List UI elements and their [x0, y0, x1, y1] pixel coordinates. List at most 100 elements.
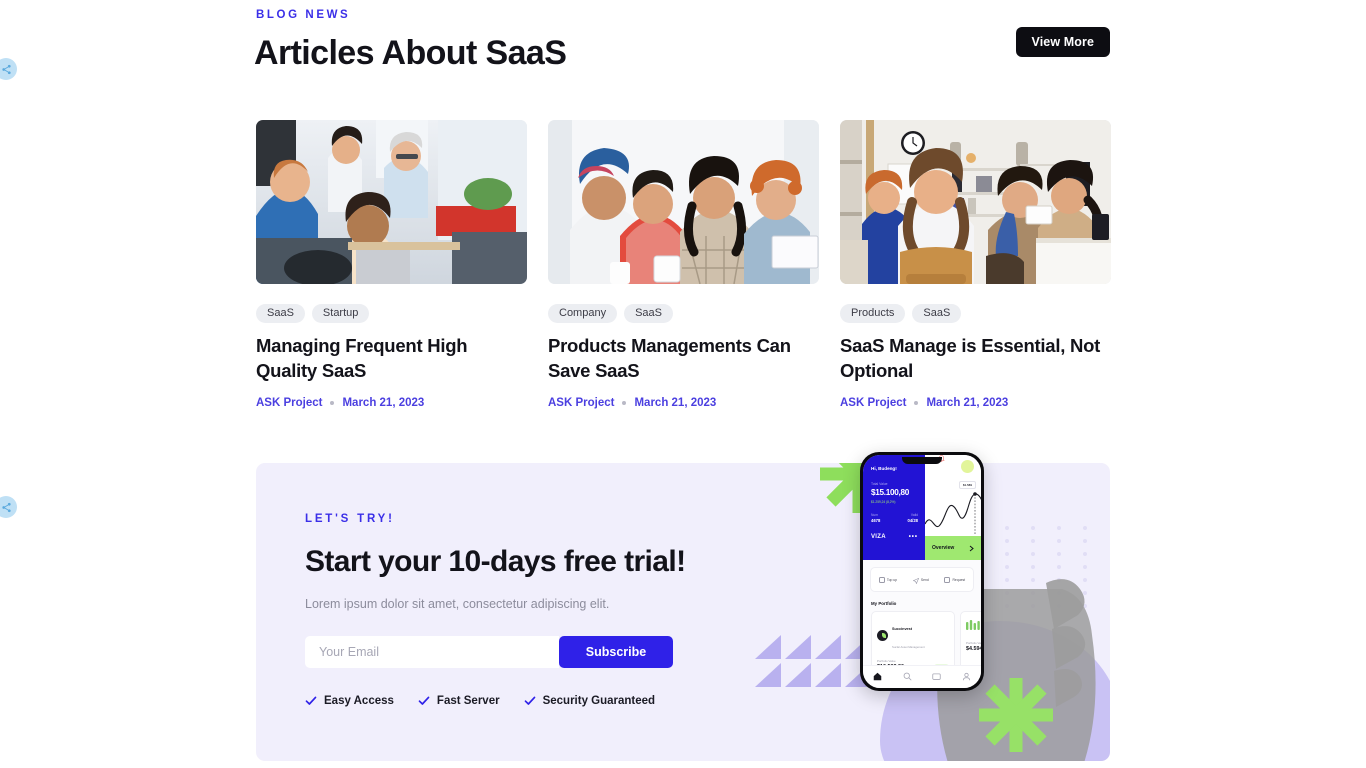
overview-row[interactable]: Overview: [925, 536, 981, 560]
section-eyebrow: BLOG NEWS: [256, 9, 351, 21]
portfolio-value-row: $4.594,: [966, 646, 981, 652]
article-author[interactable]: ASK Project: [548, 397, 614, 409]
tag[interactable]: Products: [840, 304, 906, 323]
quick-actions: Top up Send Request: [870, 567, 974, 592]
article-thumbnail[interactable]: [256, 120, 527, 284]
tag[interactable]: SaaS: [256, 304, 305, 323]
portfolio-chart-icon: [966, 617, 980, 635]
email-input[interactable]: [305, 636, 559, 668]
article-tags: Products SaaS: [840, 304, 1111, 323]
card-more-dots[interactable]: •••: [909, 534, 918, 540]
article-tags: Company SaaS: [548, 304, 819, 323]
card-num-value: 4678: [871, 518, 881, 523]
blog-header: BLOG NEWS Articles About SaaS View More: [254, 0, 1110, 100]
article-title-line1: SaaS Manage is Essential, Not: [840, 335, 1101, 356]
article-date: March 21, 2023: [342, 397, 425, 410]
office-team-photo: [256, 120, 527, 284]
tag[interactable]: SaaS: [912, 304, 962, 323]
blog-page: BLOG NEWS Articles About SaaS View More: [0, 0, 1366, 768]
balance-card: Hi, Budeng! Total Value $15.100,80 $1.25…: [863, 455, 925, 560]
article-card[interactable]: Products SaaS SaaS Manage is Essential, …: [840, 120, 1111, 409]
card-labels-row: Num Valid: [871, 513, 918, 517]
phone-bottom-nav: [863, 665, 981, 688]
request-icon: [944, 576, 951, 583]
article-title-line1: Managing Frequent High: [256, 335, 468, 356]
top-up-icon: [878, 576, 885, 583]
article-title[interactable]: SaaS Manage is Essential, Not Optional: [840, 334, 1111, 383]
card-icon[interactable]: [932, 668, 941, 686]
separator-dot: [914, 401, 919, 406]
check-icon: [305, 695, 317, 707]
article-thumbnail[interactable]: [840, 120, 1111, 284]
article-card-list: SaaS Startup Managing Frequent High Qual…: [256, 120, 1111, 409]
feature-label: Fast Server: [436, 695, 500, 707]
cta-eyebrow: LET'S TRY!: [305, 513, 395, 525]
balance-delta: $1.259,24 (8,2%): [871, 500, 896, 504]
portfolio-item-header: Succinvest Suclar Asset Management: [877, 617, 949, 653]
article-meta: ASK Project March 21, 2023: [256, 397, 527, 409]
side-share-widget-top[interactable]: [0, 58, 17, 80]
feature-label: Easy Access: [324, 695, 394, 707]
article-title-line2: Save SaaS: [548, 359, 640, 381]
portfolio-value-label: Portfolio Value: [966, 641, 981, 645]
tag[interactable]: Startup: [311, 304, 370, 323]
greeting-text: Hi, Budeng!: [871, 466, 897, 471]
office-meeting-photo: [840, 120, 1111, 284]
portfolio-heading: My Portfolio: [871, 601, 897, 606]
card-values-row: 4678 04/28: [871, 518, 918, 523]
article-author[interactable]: ASK Project: [840, 397, 906, 409]
search-icon[interactable]: [903, 668, 912, 686]
overview-label: Overview: [932, 545, 955, 551]
action-request[interactable]: Request: [944, 576, 966, 583]
action-top-up[interactable]: Top up: [878, 576, 897, 583]
user-avatar[interactable]: [961, 460, 974, 473]
article-title[interactable]: Products Managements Can Save SaaS: [548, 334, 819, 383]
separator-dot: [330, 401, 335, 406]
profile-icon[interactable]: [962, 668, 971, 686]
balance-amount: $15.100,80: [871, 488, 909, 497]
chevron-right-icon: [969, 539, 974, 557]
portfolio-logo-icon: [877, 629, 888, 641]
tag[interactable]: Company: [548, 304, 618, 323]
action-label: Request: [952, 577, 966, 582]
feature-item: Fast Server: [418, 695, 500, 707]
page-title: Articles About SaaS: [254, 34, 567, 72]
article-author[interactable]: ASK Project: [256, 397, 322, 409]
card-num-label: Num: [871, 513, 878, 517]
tag[interactable]: SaaS: [624, 304, 673, 323]
subscribe-form: Subscribe: [305, 636, 673, 668]
card-valid-label: Valid: [910, 513, 918, 517]
article-title-line1: Products Managements Can: [548, 335, 791, 356]
view-more-button[interactable]: View More: [1015, 27, 1110, 57]
card-valid-value: 04/28: [907, 518, 918, 523]
send-icon: [912, 571, 920, 589]
check-icon: [418, 695, 430, 707]
article-date: March 21, 2023: [926, 397, 1009, 410]
home-icon[interactable]: [873, 668, 882, 686]
article-tags: SaaS Startup: [256, 304, 527, 323]
share-icon: [1, 64, 11, 74]
line-chart: [925, 492, 981, 534]
decorative-asterisk-green-bottom: [979, 678, 1053, 752]
side-share-widget-bottom[interactable]: [0, 496, 17, 518]
phone-mockup: Hi, Budeng! Total Value $15.100,80 $1.25…: [860, 452, 984, 691]
subscribe-button[interactable]: Subscribe: [559, 636, 673, 668]
portfolio-value-label: Portfolio Value: [877, 659, 896, 663]
phone-top-section: Hi, Budeng! Total Value $15.100,80 $1.25…: [863, 455, 981, 560]
women-talking-photo: [548, 120, 819, 284]
feature-item: Easy Access: [305, 695, 394, 707]
cta-subtitle: Lorem ipsum dolor sit amet, consectetur …: [305, 597, 610, 611]
article-card[interactable]: SaaS Startup Managing Frequent High Qual…: [256, 120, 527, 409]
portfolio-item-header: [966, 617, 981, 635]
action-send[interactable]: Send: [912, 571, 929, 589]
chart-tooltip: $1.589: [958, 481, 976, 489]
article-card[interactable]: Company SaaS Products Managements Can Sa…: [548, 120, 819, 409]
phone-chart-panel: $1.589 Overview: [925, 455, 981, 560]
article-title[interactable]: Managing Frequent High Quality SaaS: [256, 334, 527, 383]
article-thumbnail[interactable]: [548, 120, 819, 284]
phone-screen: Hi, Budeng! Total Value $15.100,80 $1.25…: [863, 455, 981, 688]
separator-dot: [622, 401, 627, 406]
portfolio-value: $4.594,: [966, 646, 981, 652]
portfolio-name: Succinvest: [892, 627, 913, 631]
article-date: March 21, 2023: [634, 397, 717, 410]
